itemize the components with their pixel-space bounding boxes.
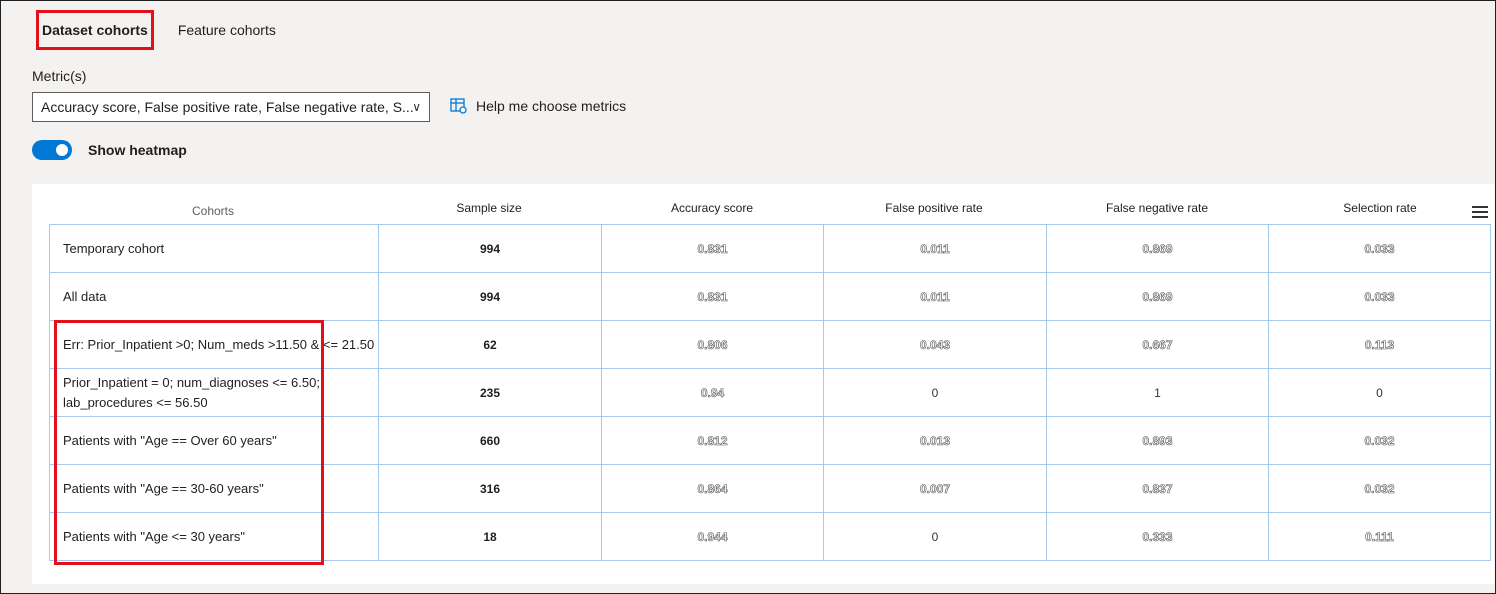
heatmap-toggle-row: Show heatmap: [32, 140, 187, 160]
column-header-fnr: False negative rate: [1105, 201, 1209, 215]
cell-sel: 0: [1268, 368, 1491, 417]
cell-cohort: Prior_Inpatient = 0; num_diagnoses <= 6.…: [49, 368, 379, 417]
metrics-dropdown-value: Accuracy score, False positive rate, Fal…: [41, 99, 414, 115]
pivot-tabs: Dataset cohorts Feature cohorts: [36, 10, 282, 50]
cell-fnr: 0.837: [1046, 464, 1269, 513]
table-row: Patients with "Age == 30-60 years" 316 0.8…: [49, 464, 1491, 513]
cell-acc: 0.944: [601, 512, 824, 561]
cell-cohort: Patients with "Age == Over 60 years": [49, 416, 379, 465]
metrics-label: Metric(s): [32, 68, 87, 84]
cell-fnr: 0.869: [1046, 224, 1269, 273]
cell-fpr: 0: [823, 368, 1047, 417]
cell-cohort: Patients with "Age <= 30 years": [49, 512, 379, 561]
column-header-selection-rate: Selection rate: [1343, 201, 1417, 215]
cell-fpr: 0.011: [823, 224, 1047, 273]
table-row: Temporary cohort 994 0.831 0.011 0.869 0.033: [49, 224, 1491, 273]
cell-size: 660: [378, 416, 602, 465]
cell-size: 62: [378, 320, 602, 369]
help-choose-metrics-link[interactable]: Help me choose metrics: [450, 97, 626, 115]
cell-cohort: Err: Prior_Inpatient >0; Num_meds >11.50…: [49, 320, 379, 369]
cell-acc: 0.812: [601, 416, 824, 465]
cell-fpr: 0.007: [823, 464, 1047, 513]
cell-sel: 0.032: [1268, 464, 1491, 513]
cell-acc: 0.831: [601, 272, 824, 321]
toggle-knob: [56, 144, 68, 156]
help-link-label: Help me choose metrics: [476, 98, 627, 114]
cell-acc: 0.864: [601, 464, 824, 513]
column-header-fpr: False positive rate: [885, 201, 983, 215]
cell-sel: 0.033: [1268, 224, 1491, 273]
cell-sel: 0.032: [1268, 416, 1491, 465]
cell-size: 235: [378, 368, 602, 417]
table-row: Patients with "Age == Over 60 years" 660 0…: [49, 416, 1491, 465]
table-header: Cohorts Sample size Accuracy score False…: [32, 184, 1494, 224]
cell-acc: 0.94: [601, 368, 824, 417]
cell-fnr: 0.333: [1046, 512, 1269, 561]
cell-size: 18: [378, 512, 602, 561]
cell-cohort: Temporary cohort: [49, 224, 379, 273]
cell-acc: 0.806: [601, 320, 824, 369]
tab-dataset-cohorts[interactable]: Dataset cohorts: [36, 10, 154, 50]
column-header-cohorts: Cohorts: [191, 204, 235, 218]
table-row: All data 994 0.831 0.011 0.869 0.033: [49, 272, 1491, 321]
cell-sel: 0.113: [1268, 320, 1491, 369]
cell-cohort: All data: [49, 272, 379, 321]
cell-cohort: Patients with "Age == 30-60 years": [49, 464, 379, 513]
cell-sel: 0.033: [1268, 272, 1491, 321]
cell-size: 994: [378, 272, 602, 321]
table-settings-icon: [450, 98, 467, 114]
tab-feature-cohorts[interactable]: Feature cohorts: [172, 12, 282, 48]
heatmap-toggle-label: Show heatmap: [88, 142, 187, 158]
table-row: Err: Prior_Inpatient >0; Num_meds >11.50…: [49, 320, 1491, 369]
cell-size: 316: [378, 464, 602, 513]
cohort-table: Temporary cohort 994 0.831 0.011 0.869 0.033 A…: [49, 224, 1491, 561]
cell-fpr: 0: [823, 512, 1047, 561]
metrics-dropdown[interactable]: Accuracy score, False positive rate, Fal…: [32, 92, 430, 122]
cell-sel: 0.111: [1268, 512, 1491, 561]
cohort-metrics-table-panel: Cohorts Sample size Accuracy score False…: [32, 184, 1494, 584]
cell-acc: 0.831: [601, 224, 824, 273]
table-row: Patients with "Age <= 30 years" 18 0.944 0 0…: [49, 512, 1491, 561]
cell-size: 994: [378, 224, 602, 273]
cell-fnr: 0.667: [1046, 320, 1269, 369]
cell-fpr: 0.011: [823, 272, 1047, 321]
heatmap-toggle[interactable]: [32, 140, 72, 160]
hamburger-menu-icon[interactable]: [1472, 206, 1488, 221]
cell-fnr: 0.869: [1046, 272, 1269, 321]
cell-fnr: 0.893: [1046, 416, 1269, 465]
cell-fnr: 1: [1046, 368, 1269, 417]
table-row: Prior_Inpatient = 0; num_diagnoses <= 6.…: [49, 368, 1491, 417]
column-header-accuracy: Accuracy score: [670, 201, 754, 215]
column-header-sample-size: Sample size: [456, 201, 522, 215]
cell-fpr: 0.043: [823, 320, 1047, 369]
cell-fpr: 0.013: [823, 416, 1047, 465]
chevron-down-icon: ∨: [412, 100, 421, 114]
